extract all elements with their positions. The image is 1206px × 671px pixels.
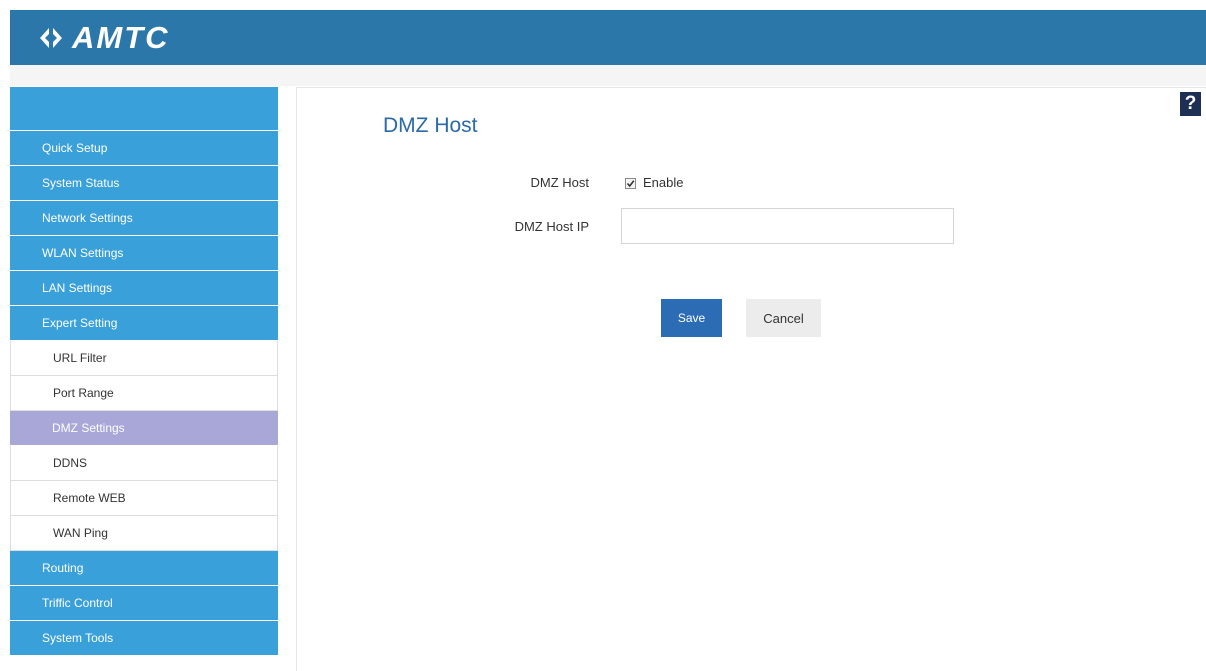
cancel-button[interactable]: Cancel [746,299,821,337]
sidebar-item-quick-setup[interactable]: Quick Setup [10,131,278,166]
sidebar-subitem-wan-ping[interactable]: WAN Ping [10,516,278,551]
sidebar-item-routing[interactable]: Routing [10,551,278,586]
dmz-host-ip-label: DMZ Host IP [514,219,589,234]
logo-mark-icon [40,28,62,48]
help-icon[interactable]: ? [1180,92,1201,116]
sidebar-item-system-status[interactable]: System Status [10,166,278,201]
dmz-host-ip-input[interactable] [621,208,954,244]
sidebar-item-expert-setting[interactable]: Expert Setting [10,306,278,341]
sidebar-item-traffic-control[interactable]: Triffic Control [10,586,278,621]
sidebar-item-wlan-settings[interactable]: WLAN Settings [10,236,278,271]
enable-label[interactable]: Enable [643,175,683,190]
save-button[interactable]: Save [661,299,722,337]
sidebar-subitem-remote-web[interactable]: Remote WEB [10,481,278,516]
main-content: ? DMZ Host DMZ Host Enable DMZ Host IP S… [296,87,1206,671]
sidebar-subitem-port-range[interactable]: Port Range [10,376,278,411]
dmz-host-label: DMZ Host [530,175,590,190]
logo-text: AMTC [72,20,170,55]
enable-checkbox[interactable] [625,178,636,189]
header-spacer [10,65,1206,86]
sidebar-item-network-settings[interactable]: Network Settings [10,201,278,236]
sidebar-header [10,87,278,131]
sidebar-item-system-tools[interactable]: System Tools [10,621,278,656]
sidebar-subitem-dmz-settings[interactable]: DMZ Settings [10,411,278,446]
checkmark-icon [626,180,635,188]
sidebar-subitem-url-filter[interactable]: URL Filter [10,341,278,376]
sidebar-nav: Quick Setup System Status Network Settin… [10,87,278,670]
brand-logo: AMTC [36,20,170,55]
top-header: AMTC [10,10,1206,65]
sidebar-subitem-ddns[interactable]: DDNS [10,446,278,481]
page-title: DMZ Host [383,114,478,137]
sidebar-item-lan-settings[interactable]: LAN Settings [10,271,278,306]
